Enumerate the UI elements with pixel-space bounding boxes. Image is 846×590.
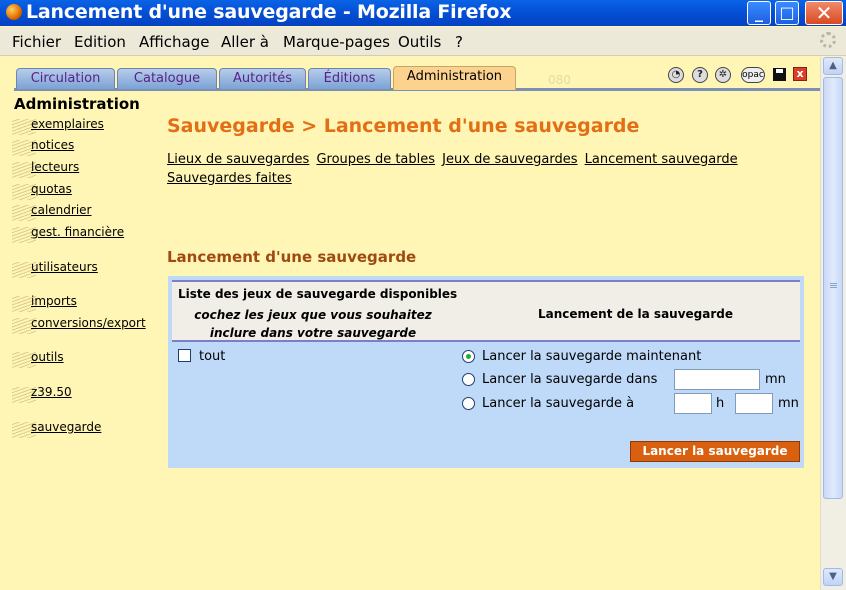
menu-edition[interactable]: Edition (74, 33, 126, 51)
sidebar-item-label[interactable]: sauvegarde (31, 420, 101, 434)
sidebar-title: Administration (14, 95, 140, 113)
col-backup-sets-hint: cochez les jeux que vous souhaitez inclu… (178, 306, 448, 342)
firefox-window: Lancement d'une sauvegarde - Mozilla Fir… (0, 0, 846, 590)
ghost-number: 080 (548, 73, 571, 87)
col-launch-title: Lancement de la sauvegarde (538, 307, 734, 321)
opac-icon[interactable]: opac (741, 67, 765, 83)
sidebar-item-label[interactable]: utilisateurs (31, 260, 98, 274)
vertical-scrollbar[interactable]: ▲ ▼ (820, 57, 846, 590)
help-icon[interactable]: ? (692, 67, 708, 83)
minute-input[interactable] (735, 393, 773, 414)
link-lancement-sauvegarde[interactable]: Lancement sauvegarde (585, 152, 738, 167)
minimize-button[interactable]: _ (747, 1, 771, 25)
menu-fichier[interactable]: Fichier (12, 33, 61, 51)
tab-autorites[interactable]: Autorités (219, 68, 306, 89)
link-sauvegardes-faites[interactable]: Sauvegardes faites (167, 171, 292, 186)
stats-icon[interactable]: ◔ (668, 67, 684, 83)
hint-line-1: cochez les jeux que vous souhaitez (194, 308, 432, 322)
unit-h-label: h (716, 396, 725, 411)
tab-editions[interactable]: Éditions (308, 68, 391, 89)
throbber-icon (820, 32, 836, 48)
menu-bar: Fichier Edition Affichage Aller à Marque… (0, 27, 846, 56)
save-icon[interactable] (773, 68, 786, 81)
sidebar-item-label[interactable]: exemplaires (31, 117, 104, 131)
delay-minutes-input[interactable] (674, 369, 760, 390)
launch-backup-button[interactable]: Lancer la sauvegarde (630, 441, 800, 462)
sidebar-item-label[interactable]: z39.50 (31, 385, 72, 399)
col-backup-sets-title: Liste des jeux de sauvegarde disponibles (178, 287, 458, 301)
close-window-button[interactable]: ✕ (805, 1, 843, 25)
unit-mn-label: mn (765, 372, 786, 387)
tab-administration[interactable]: Administration (393, 66, 516, 90)
gear-icon[interactable]: ✲ (715, 67, 731, 83)
title-bar: Lancement d'une sauvegarde - Mozilla Fir… (0, 0, 846, 26)
sidebar-item-label[interactable]: lecteurs (31, 160, 79, 174)
radio-launch-now[interactable] (462, 350, 475, 363)
tab-circulation[interactable]: Circulation (16, 68, 115, 89)
unit-mn-label-2: mn (778, 396, 799, 411)
sidebar-item-label[interactable]: conversions/export (31, 316, 146, 330)
logout-icon[interactable]: x (793, 67, 807, 81)
sidebar-item-label[interactable]: imports (31, 294, 77, 308)
section-title: Lancement d'une sauvegarde (167, 248, 417, 266)
sidebar-item-label[interactable]: outils (31, 350, 64, 364)
label-launch-in: Lancer la sauvegarde dans (482, 372, 658, 387)
tout-label: tout (199, 349, 226, 364)
sidebar-item-label[interactable]: quotas (31, 182, 72, 196)
link-lieux-de-sauvegardes[interactable]: Lieux de sauvegardes (167, 152, 309, 167)
scroll-up-icon[interactable]: ▲ (823, 57, 843, 75)
window-title: Lancement d'une sauvegarde - Mozilla Fir… (26, 1, 512, 23)
firefox-icon (6, 4, 22, 20)
menu-aide[interactable]: ? (455, 33, 463, 51)
sidebar-item-label[interactable]: notices (31, 138, 74, 152)
menu-aller-a[interactable]: Aller à (221, 33, 269, 51)
scroll-thumb[interactable] (823, 77, 843, 499)
menu-affichage[interactable]: Affichage (139, 33, 209, 51)
backup-form: Liste des jeux de sauvegarde disponibles… (168, 276, 804, 468)
page-content: Circulation Catalogue Autorités Éditions… (0, 57, 820, 590)
label-launch-at: Lancer la sauvegarde à (482, 396, 635, 411)
tab-catalogue[interactable]: Catalogue (117, 68, 217, 89)
sidebar-item-label[interactable]: gest. financière (31, 225, 124, 239)
radio-launch-at[interactable] (462, 397, 475, 410)
label-launch-now: Lancer la sauvegarde maintenant (482, 349, 702, 364)
scroll-down-icon[interactable]: ▼ (823, 568, 843, 586)
grip-icon (830, 283, 837, 289)
menu-marque-pages[interactable]: Marque-pages (283, 33, 390, 51)
hint-line-2: inclure dans votre sauvegarde (209, 326, 417, 340)
tout-checkbox[interactable] (178, 349, 191, 362)
hour-input[interactable] (674, 393, 712, 414)
sidebar-item-label[interactable]: calendrier (31, 203, 91, 217)
maximize-button[interactable]: □ (775, 1, 799, 25)
page-title: Sauvegarde > Lancement d'une sauvegarde (167, 115, 640, 137)
link-jeux-de-sauvegardes[interactable]: Jeux de sauvegardes (442, 152, 577, 167)
link-groupes-de-tables[interactable]: Groupes de tables (316, 152, 435, 167)
radio-launch-in[interactable] (462, 373, 475, 386)
sub-navigation: Lieux de sauvegardes Groupes de tables J… (167, 150, 767, 188)
menu-outils[interactable]: Outils (398, 33, 441, 51)
form-header: Liste des jeux de sauvegarde disponibles… (172, 280, 800, 342)
